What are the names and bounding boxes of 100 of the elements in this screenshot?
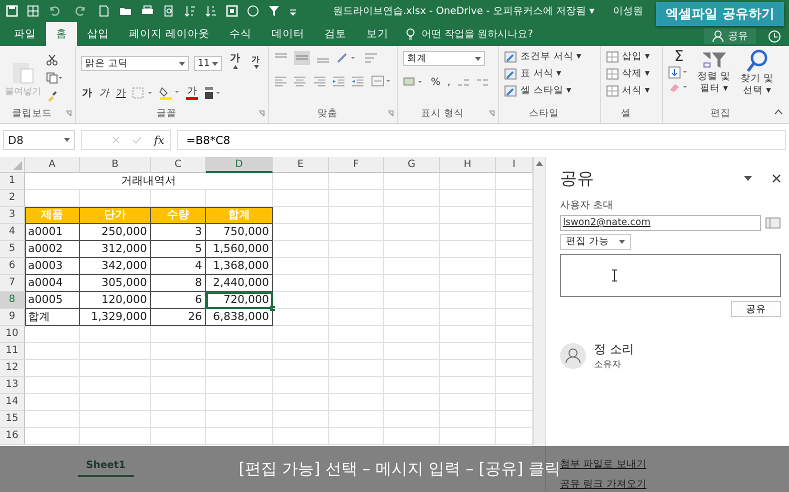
save-icon[interactable] [6, 5, 18, 17]
sort-ascending-icon[interactable] [184, 5, 196, 17]
ribbon-tab[interactable]: 파일 [4, 22, 46, 46]
find-select-button[interactable]: 찾기 및 선택 ▾ [738, 49, 776, 97]
grid-cell[interactable] [329, 377, 384, 394]
grid-cell[interactable] [273, 275, 329, 292]
grid-cell[interactable] [440, 428, 496, 445]
scroll-up-icon[interactable] [536, 161, 543, 166]
grid-cell[interactable] [151, 360, 206, 377]
grid-cell[interactable] [440, 343, 496, 360]
grid-cell[interactable] [80, 411, 151, 428]
grid-cell[interactable] [206, 360, 273, 377]
grid-cell[interactable] [329, 394, 384, 411]
grid-cell[interactable] [329, 411, 384, 428]
grid-cell[interactable] [384, 190, 440, 207]
currency-icon[interactable] [402, 76, 425, 88]
grid-cell[interactable] [440, 326, 496, 343]
grid-cell[interactable] [329, 173, 384, 190]
grid-cell[interactable] [273, 258, 329, 275]
grid-cell[interactable] [384, 360, 440, 377]
style-menu-button[interactable]: 표 서식 ▾ [504, 66, 595, 81]
select-all-corner[interactable] [0, 157, 25, 173]
row-header[interactable]: 2 [0, 190, 25, 207]
insert-function-button[interactable]: fx [154, 134, 164, 146]
share-button[interactable]: 공유 [731, 301, 781, 317]
style-menu-button[interactable]: 셀 스타일 ▾ [504, 83, 595, 98]
grid-cell[interactable] [440, 241, 496, 258]
grid-cell[interactable] [206, 326, 273, 343]
column-header[interactable]: G [384, 157, 440, 173]
grid-cell[interactable] [151, 377, 206, 394]
ribbon-tab[interactable]: 보기 [356, 22, 398, 46]
grid-cell[interactable] [384, 343, 440, 360]
row-header[interactable]: 5 [0, 241, 25, 258]
grid-cell[interactable] [440, 190, 496, 207]
grid-cell[interactable] [25, 343, 80, 360]
grid-cell[interactable] [384, 326, 440, 343]
grid-cell[interactable] [329, 241, 384, 258]
share-link[interactable]: 공유 링크 가져오기 [560, 477, 781, 491]
grid-cell[interactable] [80, 343, 151, 360]
bold-button[interactable]: 가 [80, 86, 93, 100]
row-header[interactable]: 4 [0, 224, 25, 241]
close-icon[interactable] [772, 174, 781, 183]
grid-cell[interactable] [440, 207, 496, 224]
grid-cell[interactable] [440, 360, 496, 377]
circle-icon[interactable] [247, 5, 259, 17]
history-icon[interactable] [768, 30, 781, 42]
grid-cell[interactable] [329, 224, 384, 241]
grid-cell[interactable] [384, 241, 440, 258]
merge-cells-icon[interactable] [370, 75, 392, 87]
grid-cell[interactable] [384, 428, 440, 445]
message-field[interactable] [560, 254, 781, 297]
grid-cell[interactable] [273, 428, 329, 445]
grid-cell[interactable] [384, 173, 440, 190]
ribbon-tab[interactable]: 수식 [219, 22, 262, 46]
grid-cell[interactable] [440, 309, 496, 326]
comma-button[interactable]: , [446, 76, 452, 88]
grid-cell[interactable] [329, 326, 384, 343]
phonetic-guide-icon[interactable] [202, 86, 221, 100]
grid-cell[interactable] [440, 292, 496, 309]
invite-field[interactable]: lswon2@nate.com [560, 215, 761, 231]
fill-handle[interactable] [270, 306, 275, 311]
row-header[interactable]: 14 [0, 394, 25, 411]
grid-cell[interactable] [25, 377, 80, 394]
vertical-scrollbar[interactable] [533, 157, 545, 447]
row-header[interactable]: 8 [0, 292, 25, 309]
grid-cell[interactable] [206, 411, 273, 428]
ribbon-tab[interactable]: 페이지 레이아웃 [119, 22, 220, 46]
grid-cell[interactable] [80, 394, 151, 411]
underline-button[interactable]: 가 [114, 86, 127, 100]
grid-cell[interactable] [151, 428, 206, 445]
dialog-launcher-icon[interactable] [64, 110, 72, 117]
grid-cell[interactable] [384, 258, 440, 275]
row-header[interactable]: 11 [0, 343, 25, 360]
share-link[interactable]: 첨부 파일로 보내기 [560, 457, 781, 471]
style-menu-button[interactable]: 조건부 서식 ▾ [504, 49, 595, 64]
grid-cell[interactable] [206, 394, 273, 411]
row-header[interactable]: 10 [0, 326, 25, 343]
grid-cell[interactable] [440, 275, 496, 292]
grid-cell[interactable] [25, 394, 80, 411]
grid-cell[interactable] [25, 411, 80, 428]
grid-cell[interactable] [329, 292, 384, 309]
row-header[interactable]: 12 [0, 360, 25, 377]
ribbon-tab[interactable]: 삽입 [77, 22, 119, 46]
grid-cell[interactable] [384, 411, 440, 428]
grid-cell[interactable] [329, 258, 384, 275]
grid-cell[interactable] [273, 224, 329, 241]
row-header[interactable]: 13 [0, 377, 25, 394]
grid-cell[interactable] [329, 190, 384, 207]
filter-icon[interactable] [268, 5, 280, 17]
checkmark-icon[interactable] [132, 136, 142, 144]
number-format-dropdown[interactable]: 회계 [402, 51, 485, 66]
collapse-ribbon-icon[interactable] [774, 109, 783, 115]
grid-cell[interactable] [273, 394, 329, 411]
grid-cell[interactable] [273, 241, 329, 258]
percent-button[interactable]: % [430, 76, 442, 88]
grid-cell[interactable] [273, 173, 329, 190]
border-icon[interactable] [132, 87, 154, 99]
grid-cell[interactable] [273, 309, 329, 326]
pane-options-caret-icon[interactable] [744, 176, 752, 181]
grid-cell[interactable] [329, 309, 384, 326]
